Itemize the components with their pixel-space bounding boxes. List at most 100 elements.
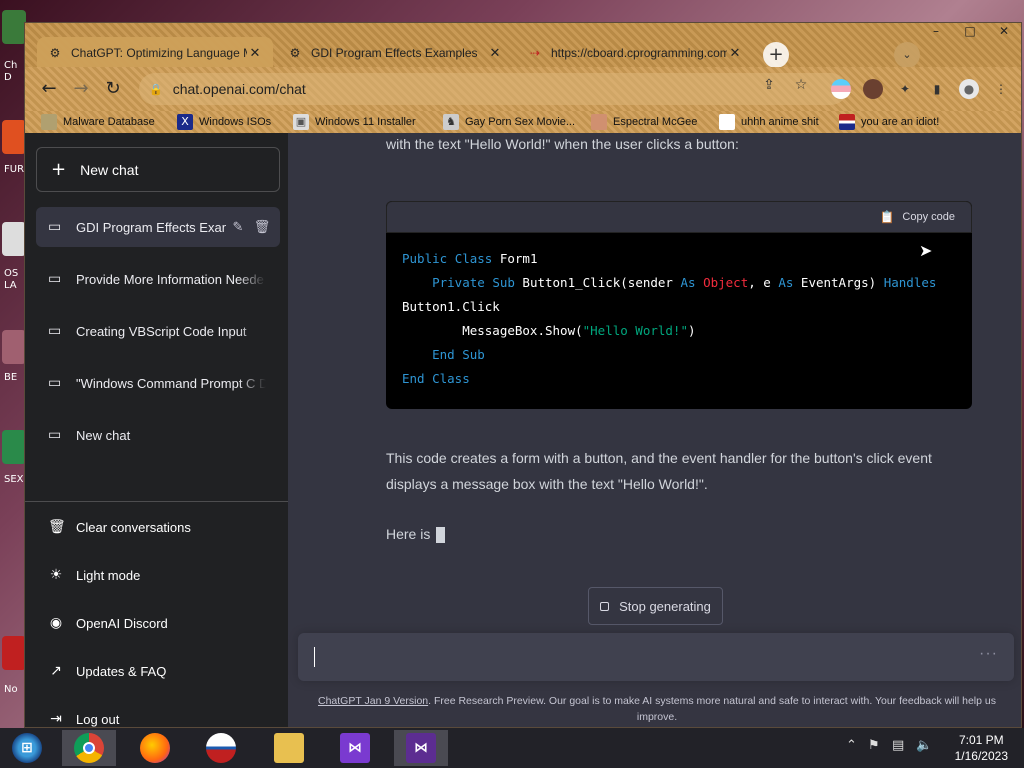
discord-icon: ◉ [49,615,63,631]
reload-button[interactable]: ↻ [101,77,125,101]
taskbar-ie[interactable] [194,730,248,766]
tab-chatgpt[interactable]: ⚙ ChatGPT: Optimizing Language Mo ✕ [37,37,273,69]
taskbar-firefox[interactable] [128,730,182,766]
file-explorer-icon [274,733,304,763]
chat-bubble-icon: ▭ [48,375,62,391]
copy-code-button[interactable]: 📋 Copy code [879,210,955,224]
address-bar[interactable]: 🔒 chat.openai.com/chat [139,73,847,105]
conversation-item[interactable]: ▭ Creating VBScript Code Input [36,311,280,351]
light-mode-button[interactable]: ☀ Light mode [36,555,280,595]
desktop-icon[interactable] [2,430,26,464]
lock-icon[interactable]: 🔒 [149,83,163,96]
response-explanation-text: This code creates a form with a button, … [386,450,932,492]
desktop-icon[interactable] [2,120,26,154]
bookmark-label: Gay Porn Sex Movie... [465,116,576,128]
maximize-button[interactable]: □ [953,23,987,41]
clear-conversations-button[interactable]: 🗑 Clear conversations [36,507,280,547]
close-tab-icon[interactable]: ✕ [247,46,263,61]
response-partial-text: Here is [386,521,976,547]
footer-text: . Free Research Preview. Our goal is to … [428,695,996,723]
desktop-icon[interactable] [2,636,26,670]
taskbar-visual-studio[interactable]: ⋈ [394,730,448,766]
desktop-icon-label: No [4,684,18,695]
new-tab-button[interactable]: + [763,42,789,68]
conversation-item[interactable]: ▭ "Windows Command Prompt C D [36,363,280,403]
bookmark-anime[interactable]: uhhh anime shit [719,113,819,131]
menu-kebab-icon[interactable]: ⋮ [991,79,1011,99]
back-button[interactable]: ← [37,77,61,101]
side-panel-icon[interactable]: ▮ [927,79,947,99]
side-link-label: Updates & FAQ [76,663,167,679]
chat-bubble-icon: ▭ [48,219,62,235]
share-icon[interactable]: ⇪ [759,75,779,95]
taskbar-file-explorer[interactable] [262,730,316,766]
forward-button[interactable]: → [69,77,93,101]
desktop-icon[interactable] [2,330,26,364]
close-tab-icon[interactable]: ✕ [487,46,503,61]
new-chat-button[interactable]: + New chat [36,147,280,192]
minimize-button[interactable]: – [919,23,953,41]
extension-flag-icon[interactable] [831,79,851,99]
network-icon[interactable]: ▤ [892,738,904,753]
close-window-button[interactable]: ✕ [987,23,1021,41]
tab-gdi[interactable]: ⚙ GDI Program Effects Examples ✕ [277,37,513,69]
version-link[interactable]: ChatGPT Jan 9 Version [318,695,428,707]
bookmark-malware-database[interactable]: Malware Database [41,113,155,131]
updates-faq-link[interactable]: ↗ Updates & FAQ [36,651,280,691]
code-block-header: 📋 Copy code [386,201,972,233]
cboard-icon: ⇢ [529,46,541,60]
chat-bubble-icon: ▭ [48,427,62,443]
conversation-item[interactable]: ▭ GDI Program Effects Exam ✎ 🗑 [36,207,280,247]
tab-search-button[interactable]: ⌄ [894,42,920,68]
action-center-flag-icon[interactable]: ⚑ [868,738,880,753]
close-tab-icon[interactable]: ✕ [727,46,743,61]
desktop-icon[interactable] [2,222,26,256]
copy-code-label: Copy code [902,211,955,223]
bookmark-idiot[interactable]: you are an idiot! [839,113,939,131]
bookmark-star-icon[interactable]: ☆ [791,75,811,95]
code-content: Public Class Form1 Private Sub Button1_C… [402,251,937,386]
firefox-icon [140,733,170,763]
url-text: chat.openai.com/chat [172,81,306,97]
browser-toolbar: ← → ↻ 🔒 chat.openai.com/chat ⇪ ☆ ✦ ▮ ● ⋮ [25,67,1021,111]
bookmark-movie[interactable]: ♞ Gay Porn Sex Movie... [443,113,575,131]
chatgpt-icon: ⚙ [49,46,61,60]
visual-studio-icon: ⋈ [406,733,436,763]
image-icon: ▣ [293,114,309,130]
desktop-icon-label: D [4,72,12,83]
typing-cursor [436,527,446,544]
avatar-icon [719,114,735,130]
desktop-icon[interactable] [2,10,26,44]
bookmark-windows-isos[interactable]: X Windows ISOs [177,113,271,131]
tab-strip: ⚙ ChatGPT: Optimizing Language Mo ✕ ⚙ GD… [25,23,1021,69]
extension-avatar-icon[interactable] [863,79,883,99]
trash-icon[interactable]: 🗑 [250,220,274,235]
start-button[interactable]: ⊞ [0,730,54,766]
tray-expand-icon[interactable]: ⌃ [846,738,857,753]
conversation-item[interactable]: ▭ New chat [36,415,280,455]
stop-generating-button[interactable]: Stop generating [588,587,723,625]
taskbar: ⊞ ⋈ ⋈ ⌃ ⚑ ▤ 🔈 7:01 PM 1/16/2023 [0,728,1024,768]
edit-icon[interactable]: ✎ [226,220,250,235]
bookmark-windows-11-installer[interactable]: ▣ Windows 11 Installer [293,113,416,131]
extensions-puzzle-icon[interactable]: ✦ [895,79,915,99]
conversation-label: Provide More Information Neede [76,271,264,287]
log-out-button[interactable]: ⇥ Log out [36,699,280,727]
system-clock[interactable]: 7:01 PM 1/16/2023 [955,732,1008,764]
chat-main: with the text "Hello World!" when the us… [288,133,1021,727]
volume-icon[interactable]: 🔈 [916,738,932,753]
taskbar-chrome[interactable] [62,730,116,766]
chat-bubble-icon: ▭ [48,271,62,287]
bookmark-espectral-mcgee[interactable]: Espectral McGee [591,113,697,131]
conversation-item[interactable]: ▭ Provide More Information Neede [36,259,280,299]
openai-discord-link[interactable]: ◉ OpenAI Discord [36,603,280,643]
clipboard-icon: 📋 [879,210,895,224]
bookmark-label: Malware Database [63,116,155,128]
tab-cboard[interactable]: ⇢ https://cboard.cprogramming.com ✕ [517,37,753,69]
tab-label: ChatGPT: Optimizing Language Mo [71,46,247,60]
profile-avatar-icon[interactable]: ● [959,79,979,99]
taskbar-visual-studio-installer[interactable]: ⋈ [328,730,382,766]
x-logo-icon: X [177,114,193,130]
message-input[interactable]: ··· [298,633,1014,681]
start-icon: ⊞ [12,733,42,763]
